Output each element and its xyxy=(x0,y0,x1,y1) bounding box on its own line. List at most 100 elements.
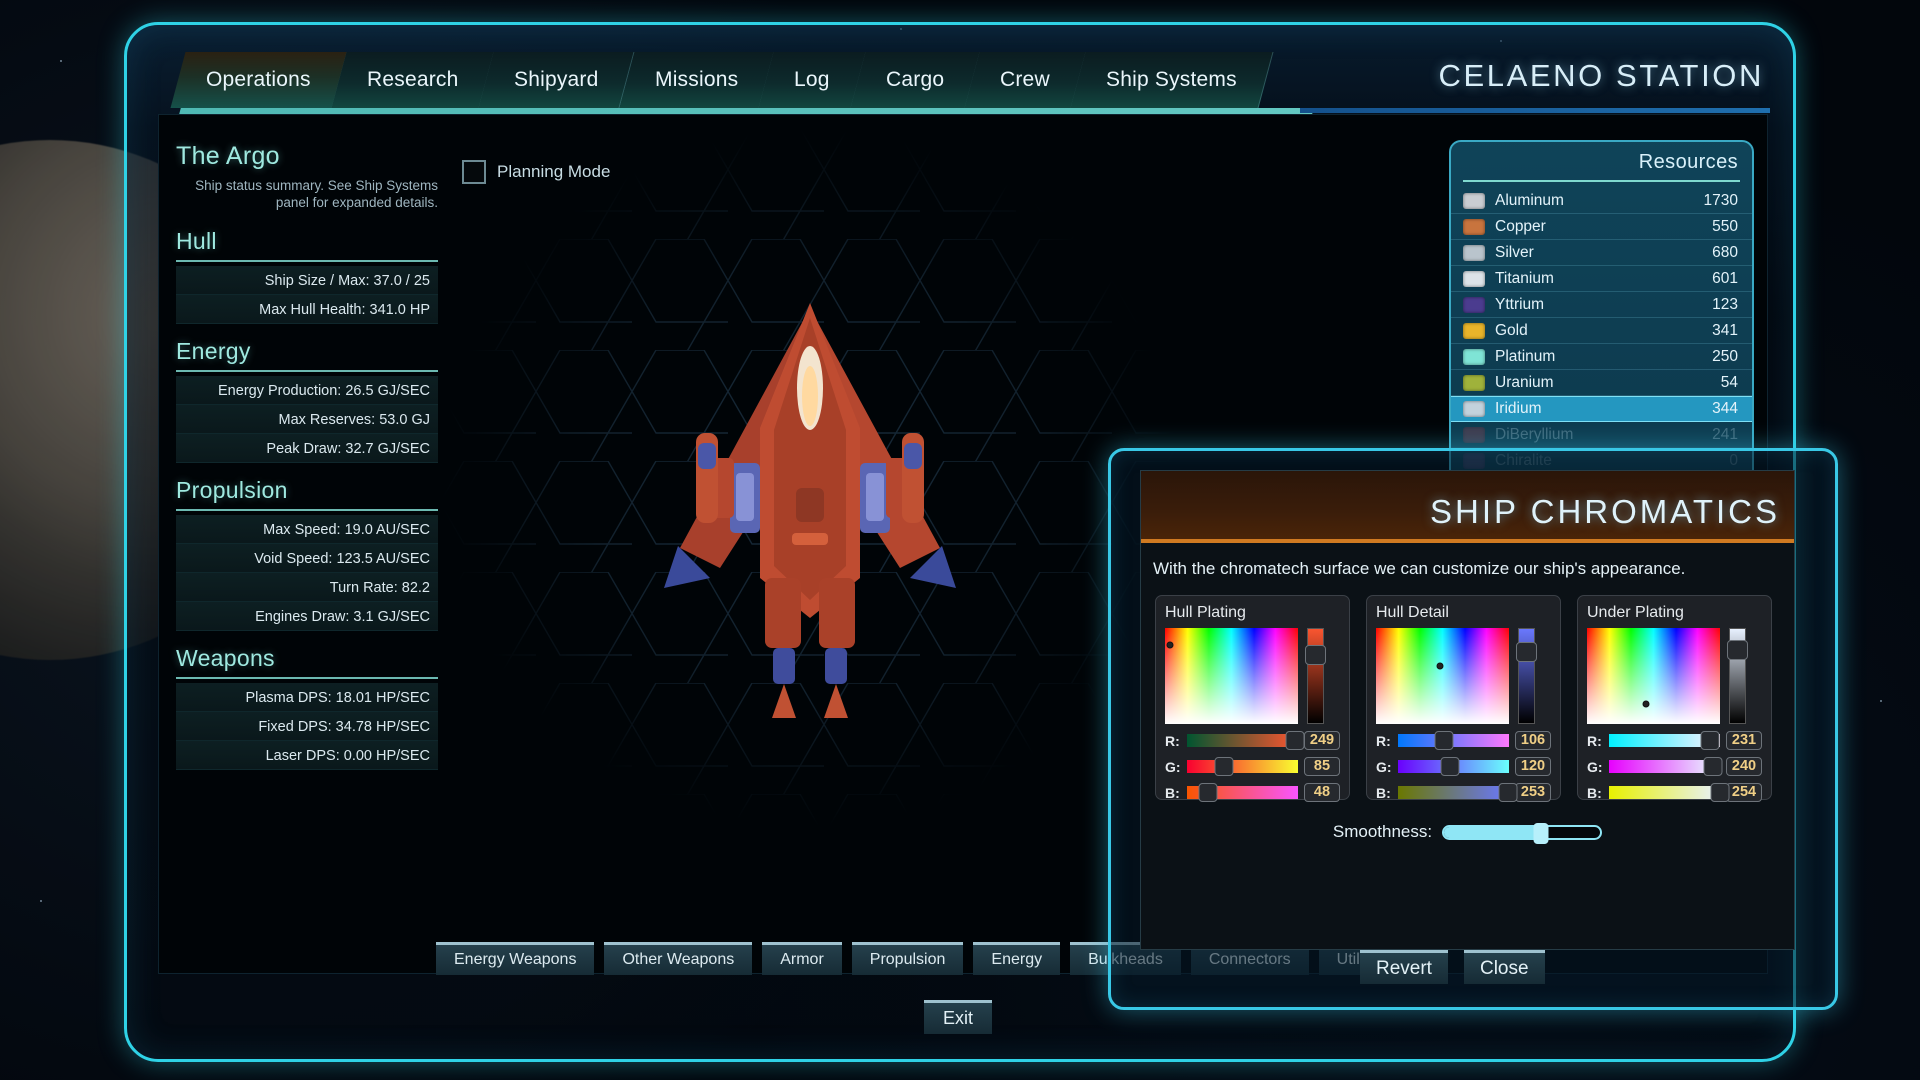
toolbar-button-energy-weapons[interactable]: Energy Weapons xyxy=(436,942,595,975)
channel-slider-thumb[interactable] xyxy=(1198,783,1218,802)
resource-row[interactable]: Yttrium 123 xyxy=(1451,292,1752,318)
channel-row-g[interactable]: G: 85 xyxy=(1165,757,1340,776)
channel-value-b[interactable]: 48 xyxy=(1304,783,1340,802)
channel-slider-r[interactable] xyxy=(1187,731,1305,750)
smoothness-slider-thumb[interactable] xyxy=(1533,822,1549,844)
channel-slider-thumb[interactable] xyxy=(1434,731,1454,750)
chromatics-dialog[interactable]: SHIP CHROMATICS With the chromatech surf… xyxy=(1140,470,1795,950)
channel-slider-thumb[interactable] xyxy=(1703,757,1723,776)
stat-section-title: Propulsion xyxy=(176,476,288,503)
toolbar-button-armor[interactable]: Armor xyxy=(762,942,842,975)
channel-slider-b[interactable] xyxy=(1187,783,1298,802)
value-slider[interactable] xyxy=(1305,628,1326,724)
channel-slider-b[interactable] xyxy=(1609,783,1730,802)
channel-slider-thumb[interactable] xyxy=(1498,783,1518,802)
resource-row[interactable]: Titanium 601 xyxy=(1451,266,1752,292)
tab-crew[interactable]: Crew xyxy=(964,52,1087,108)
color-picker-hull-plating[interactable]: Hull Plating R: 249 G: 85 B: 48 xyxy=(1155,595,1350,802)
resources-divider xyxy=(1463,180,1740,182)
saturation-value-field[interactable] xyxy=(1165,628,1298,724)
channel-slider-g[interactable] xyxy=(1398,757,1509,776)
value-slider-thumb[interactable] xyxy=(1516,642,1537,662)
channel-row-r[interactable]: R: 249 xyxy=(1165,731,1340,750)
channel-value-b[interactable]: 253 xyxy=(1515,783,1551,802)
close-button[interactable]: Close xyxy=(1463,950,1545,984)
tab-research[interactable]: Research xyxy=(331,52,495,108)
resource-name: Platinum xyxy=(1495,347,1556,365)
channel-slider-thumb[interactable] xyxy=(1214,757,1234,776)
channel-slider-thumb[interactable] xyxy=(1700,731,1720,750)
value-slider-thumb[interactable] xyxy=(1727,640,1748,660)
channel-row-b[interactable]: B: 48 xyxy=(1165,783,1340,802)
chromatics-dialog-description: With the chromatech surface we can custo… xyxy=(1153,559,1686,578)
tab-operations[interactable]: Operations xyxy=(170,52,348,108)
channel-slider-r[interactable] xyxy=(1398,731,1509,750)
smoothness-label: Smoothness: xyxy=(1332,822,1433,841)
channel-slider-g[interactable] xyxy=(1609,757,1723,776)
resource-row[interactable]: Platinum 250 xyxy=(1451,344,1752,370)
ship-name: The Argo xyxy=(176,142,280,170)
color-picker-hull-detail[interactable]: Hull Detail R: 106 G: 120 B: 253 xyxy=(1366,595,1561,802)
tab-missions[interactable]: Missions xyxy=(619,52,775,108)
channel-row-g[interactable]: G: 120 xyxy=(1376,757,1551,776)
channel-slider-b[interactable] xyxy=(1398,783,1518,802)
value-slider[interactable] xyxy=(1727,628,1748,724)
stat-section-rule xyxy=(176,676,438,679)
exit-button-wrap[interactable]: Exit xyxy=(924,1000,992,1034)
channel-slider-thumb[interactable] xyxy=(1440,757,1460,776)
sv-cursor[interactable] xyxy=(1436,662,1444,670)
channel-value-g[interactable]: 240 xyxy=(1726,757,1762,776)
resource-row[interactable]: Uranium 54 xyxy=(1451,370,1752,396)
channel-row-r[interactable]: R: 106 xyxy=(1376,731,1551,750)
toolbar-button-other-weapons[interactable]: Other Weapons xyxy=(604,942,753,975)
channel-slider-thumb[interactable] xyxy=(1285,731,1305,750)
sv-cursor[interactable] xyxy=(1166,641,1174,649)
chromatics-dialog-buttons[interactable]: Revert Close xyxy=(1360,950,1545,984)
resource-row[interactable]: DiBeryllium 241 xyxy=(1451,422,1752,448)
ship-viewport[interactable] xyxy=(440,128,1180,828)
resource-icon xyxy=(1463,296,1485,313)
tab-cargo[interactable]: Cargo xyxy=(850,52,981,108)
channel-value-g[interactable]: 120 xyxy=(1515,757,1551,776)
smoothness-row[interactable]: Smoothness: xyxy=(1141,822,1794,844)
channel-row-g[interactable]: G: 240 xyxy=(1587,757,1762,776)
channel-value-r[interactable]: 231 xyxy=(1726,731,1762,750)
channel-value-b[interactable]: 254 xyxy=(1726,783,1762,802)
planning-mode-toggle[interactable]: Planning Mode xyxy=(462,160,610,184)
toolbar-button-propulsion[interactable]: Propulsion xyxy=(851,942,964,975)
exit-button[interactable]: Exit xyxy=(924,1000,992,1034)
tab-shipyard[interactable]: Shipyard xyxy=(478,52,636,108)
resource-name: Gold xyxy=(1495,321,1528,339)
channel-value-r[interactable]: 106 xyxy=(1515,731,1551,750)
stat-row: Max Hull Health: 341.0 HP xyxy=(176,294,438,324)
toolbar-button-energy[interactable]: Energy xyxy=(973,942,1061,975)
saturation-value-field[interactable] xyxy=(1587,628,1720,724)
tab-ship-systems[interactable]: Ship Systems xyxy=(1070,52,1273,108)
channel-slider-r[interactable] xyxy=(1609,731,1720,750)
channel-slider-thumb[interactable] xyxy=(1710,783,1730,802)
planning-mode-checkbox[interactable] xyxy=(462,160,486,184)
channel-row-r[interactable]: R: 231 xyxy=(1587,731,1762,750)
channel-slider-g[interactable] xyxy=(1187,757,1298,776)
channel-row-b[interactable]: B: 253 xyxy=(1376,783,1551,802)
resource-row[interactable]: Copper 550 xyxy=(1451,214,1752,240)
resource-name: Yttrium xyxy=(1495,295,1545,313)
resource-row[interactable]: Iridium 344 xyxy=(1451,396,1752,422)
resource-row[interactable]: Silver 680 xyxy=(1451,240,1752,266)
revert-button[interactable]: Revert xyxy=(1360,950,1448,984)
channel-row-b[interactable]: B: 254 xyxy=(1587,783,1762,802)
channel-value-r[interactable]: 249 xyxy=(1304,731,1340,750)
sv-cursor[interactable] xyxy=(1642,700,1650,708)
value-slider-thumb[interactable] xyxy=(1305,645,1326,665)
resource-row[interactable]: Aluminum 1730 xyxy=(1451,188,1752,214)
channel-value-g[interactable]: 85 xyxy=(1304,757,1340,776)
ship-render[interactable] xyxy=(560,248,1060,748)
smoothness-slider[interactable] xyxy=(1442,822,1603,844)
saturation-value-field[interactable] xyxy=(1376,628,1509,724)
resource-icon xyxy=(1463,401,1485,417)
color-picker-under-plating[interactable]: Under Plating R: 231 G: 240 B: 254 xyxy=(1577,595,1772,802)
tab-log[interactable]: Log xyxy=(758,52,867,108)
resource-row[interactable]: Gold 341 xyxy=(1451,318,1752,344)
value-slider[interactable] xyxy=(1516,628,1537,724)
color-pickers[interactable]: Hull Plating R: 249 G: 85 B: 48 Hull Detail R: 10… xyxy=(1141,579,1794,802)
